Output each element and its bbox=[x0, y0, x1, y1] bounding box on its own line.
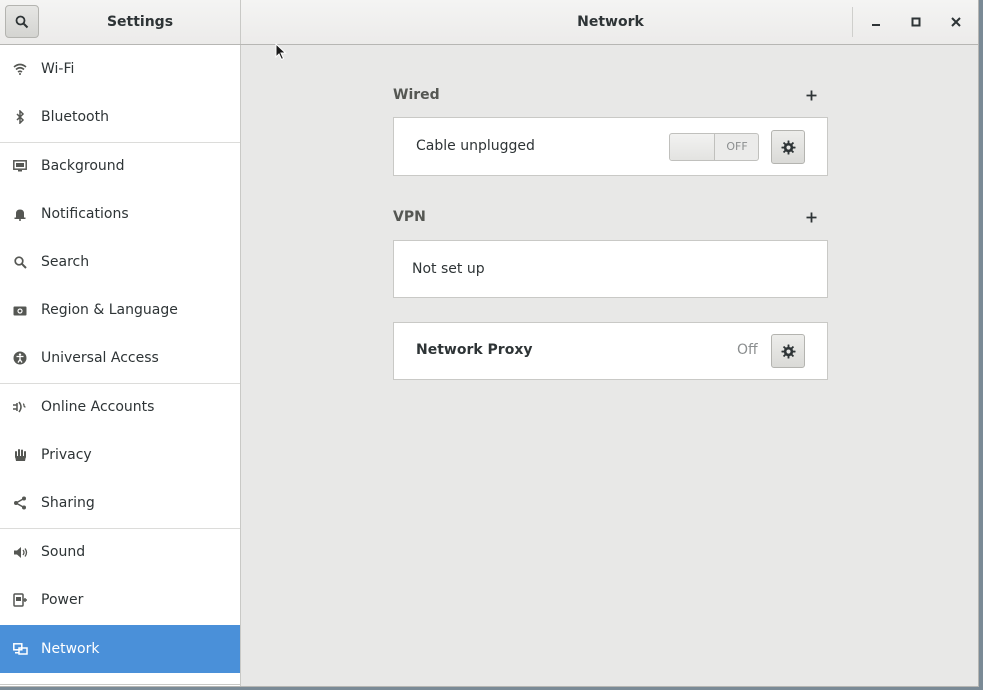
sidebar-scroll-edge bbox=[0, 684, 240, 685]
sidebar-item-label: Online Accounts bbox=[41, 399, 155, 415]
vpn-section-title: VPN bbox=[393, 209, 426, 225]
gear-icon bbox=[780, 139, 796, 155]
network-icon bbox=[12, 641, 28, 657]
sidebar-item-label: Wi-Fi bbox=[41, 61, 75, 77]
sidebar-title: Settings bbox=[106, 14, 174, 30]
power-plug-icon bbox=[12, 592, 28, 608]
search-icon bbox=[15, 15, 29, 28]
settings-window: Settings Network Wi-Fi Bluetooth Backgro… bbox=[0, 0, 979, 687]
accessibility-icon bbox=[12, 350, 28, 366]
plus-icon bbox=[806, 90, 816, 100]
bell-icon bbox=[12, 206, 28, 222]
network-proxy-row[interactable]: Network Proxy Off bbox=[393, 322, 828, 380]
sidebar-item-background[interactable]: Background bbox=[0, 142, 240, 190]
sidebar-item-label: Network bbox=[41, 641, 100, 657]
header-separator bbox=[852, 7, 853, 37]
online-accounts-icon bbox=[12, 399, 28, 415]
search-icon bbox=[12, 254, 28, 270]
search-button[interactable] bbox=[5, 5, 39, 38]
background-icon bbox=[12, 158, 28, 174]
wired-connection-row: Cable unplugged OFF bbox=[393, 117, 828, 176]
wired-section-title: Wired bbox=[393, 87, 440, 103]
sidebar-item-online-accounts[interactable]: Online Accounts bbox=[0, 383, 240, 431]
sidebar-item-label: Universal Access bbox=[41, 350, 159, 366]
vpn-status: Not set up bbox=[412, 261, 485, 277]
mouse-cursor-icon bbox=[275, 43, 287, 61]
minimize-button[interactable] bbox=[862, 8, 890, 36]
wired-status: Cable unplugged bbox=[416, 138, 535, 154]
gear-icon bbox=[780, 343, 796, 359]
minimize-icon bbox=[872, 24, 880, 26]
bluetooth-icon bbox=[12, 109, 28, 125]
add-vpn-button[interactable] bbox=[801, 207, 821, 227]
sidebar: Wi-Fi Bluetooth Background Notifications bbox=[0, 45, 241, 686]
sidebar-item-label: Background bbox=[41, 158, 125, 174]
sidebar-item-sharing[interactable]: Sharing bbox=[0, 479, 240, 527]
plus-icon bbox=[806, 212, 816, 222]
network-proxy-label: Network Proxy bbox=[416, 342, 533, 358]
sidebar-item-region-language[interactable]: Region & Language bbox=[0, 286, 240, 334]
wired-settings-button[interactable] bbox=[771, 130, 805, 164]
sidebar-item-label: Bluetooth bbox=[41, 109, 109, 125]
sidebar-item-bluetooth[interactable]: Bluetooth bbox=[0, 93, 240, 141]
sidebar-item-sound[interactable]: Sound bbox=[0, 528, 240, 576]
sidebar-item-label: Power bbox=[41, 592, 84, 608]
switch-state-label: OFF bbox=[726, 140, 748, 153]
maximize-icon bbox=[911, 17, 921, 27]
sidebar-item-universal-access[interactable]: Universal Access bbox=[0, 334, 240, 382]
speaker-icon bbox=[12, 544, 28, 560]
sidebar-item-label: Sound bbox=[41, 544, 86, 560]
sidebar-item-search[interactable]: Search bbox=[0, 238, 240, 286]
sidebar-item-label: Search bbox=[41, 254, 90, 270]
maximize-button[interactable] bbox=[902, 8, 930, 36]
sidebar-item-network[interactable]: Network bbox=[0, 625, 240, 673]
vpn-row: Not set up bbox=[393, 240, 828, 298]
wired-toggle-switch[interactable]: OFF bbox=[669, 133, 759, 161]
sidebar-header: Settings bbox=[0, 0, 241, 44]
wifi-icon bbox=[12, 61, 28, 77]
network-proxy-status: Off bbox=[737, 342, 758, 358]
share-icon bbox=[12, 495, 28, 511]
sidebar-item-notifications[interactable]: Notifications bbox=[0, 190, 240, 238]
switch-knob bbox=[670, 134, 715, 160]
sidebar-item-power[interactable]: Power bbox=[0, 576, 240, 624]
network-proxy-settings-button[interactable] bbox=[771, 334, 805, 368]
sidebar-item-label: Region & Language bbox=[41, 302, 178, 318]
sidebar-item-wifi[interactable]: Wi-Fi bbox=[0, 45, 240, 93]
camera-icon bbox=[12, 302, 28, 318]
close-icon bbox=[951, 17, 961, 27]
sidebar-item-privacy[interactable]: Privacy bbox=[0, 431, 240, 479]
add-wired-button[interactable] bbox=[801, 85, 821, 105]
sidebar-item-label: Privacy bbox=[41, 447, 92, 463]
network-panel: Wired Cable unplugged OFF VPN Not set up bbox=[242, 45, 978, 686]
hand-icon bbox=[12, 447, 28, 463]
close-button[interactable] bbox=[942, 8, 970, 36]
sidebar-item-label: Notifications bbox=[41, 206, 129, 222]
header-bar: Settings Network bbox=[0, 0, 978, 45]
sidebar-item-label: Sharing bbox=[41, 495, 95, 511]
